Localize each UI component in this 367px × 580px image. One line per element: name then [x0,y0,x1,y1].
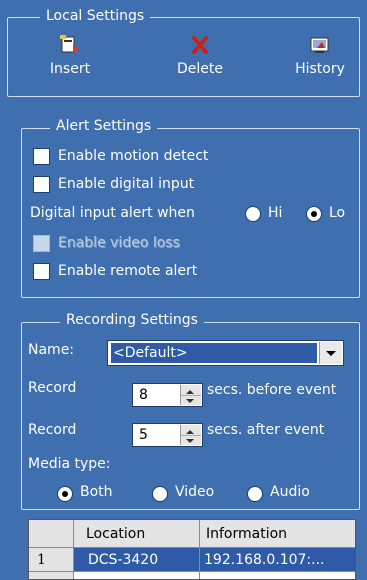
name-select[interactable]: <Default> [107,340,344,366]
delete-label: Delete [177,61,223,77]
lo-radio-label: Lo [329,205,346,221]
hi-radio-label: Hi [268,205,283,221]
video-loss-label: Enable video loss [58,235,180,251]
row-number-header [29,520,74,548]
chevron-down-icon[interactable] [319,342,342,364]
table-row-information-next[interactable] [200,572,355,579]
device-table: Location Information 1 DCS-3420 192.168.… [28,519,356,580]
motion-detect-checkbox[interactable] [33,148,50,165]
before-event-value: 8 [139,387,148,403]
history-button[interactable]: History [285,35,355,77]
history-label: History [295,61,345,77]
video-loss-checkbox [33,235,50,252]
before-event-suffix: secs. before event [207,382,337,398]
remote-alert-checkbox[interactable] [33,263,50,280]
record-after-label: Record [28,422,77,438]
name-select-value: <Default> [111,343,317,363]
name-label: Name: [28,342,75,358]
digital-alert-when-label: Digital input alert when [30,205,195,221]
delete-button[interactable]: Delete [170,35,230,77]
digital-input-checkbox[interactable] [33,176,50,193]
before-event-stepper[interactable]: 8 [132,383,203,407]
insert-label: Insert [49,61,91,77]
lo-radio[interactable] [306,206,322,222]
table-row-index: 1 [29,548,74,572]
record-before-label: Record [28,380,77,396]
table-row-information[interactable]: 192.168.0.107:... [200,548,355,572]
recording-settings-title: Recording Settings [60,312,204,328]
after-event-suffix: secs. after event [207,422,325,438]
information-column-header[interactable]: Information [200,520,355,548]
table-row-location-next[interactable] [74,572,200,579]
remote-alert-label: Enable remote alert [58,263,198,279]
history-icon [310,37,329,53]
insert-button[interactable]: Insert [40,35,100,77]
after-event-stepper[interactable]: 5 [132,423,203,447]
spin-down-icon[interactable] [181,435,201,445]
spin-down-icon[interactable] [181,395,201,405]
media-video-radio[interactable] [152,486,168,502]
alert-settings-title: Alert Settings [50,118,158,134]
media-video-label: Video [175,484,215,500]
media-both-label: Both [80,484,113,500]
table-row-index-next [29,572,74,579]
motion-detect-label: Enable motion detect [58,148,209,164]
before-event-spin-buttons[interactable] [180,385,201,405]
after-event-spin-buttons[interactable] [180,425,201,445]
table-row-location[interactable]: DCS-3420 [74,548,200,572]
media-type-label: Media type: [28,456,111,472]
media-audio-label: Audio [270,484,310,500]
after-event-value: 5 [139,427,148,443]
delete-icon [192,36,208,54]
hi-radio[interactable] [245,206,261,222]
digital-input-label: Enable digital input [58,176,195,192]
local-settings-title: Local Settings [40,8,151,24]
insert-icon [60,35,79,53]
location-column-header[interactable]: Location [74,520,200,548]
media-audio-radio[interactable] [247,486,263,502]
media-both-radio[interactable] [57,486,73,502]
